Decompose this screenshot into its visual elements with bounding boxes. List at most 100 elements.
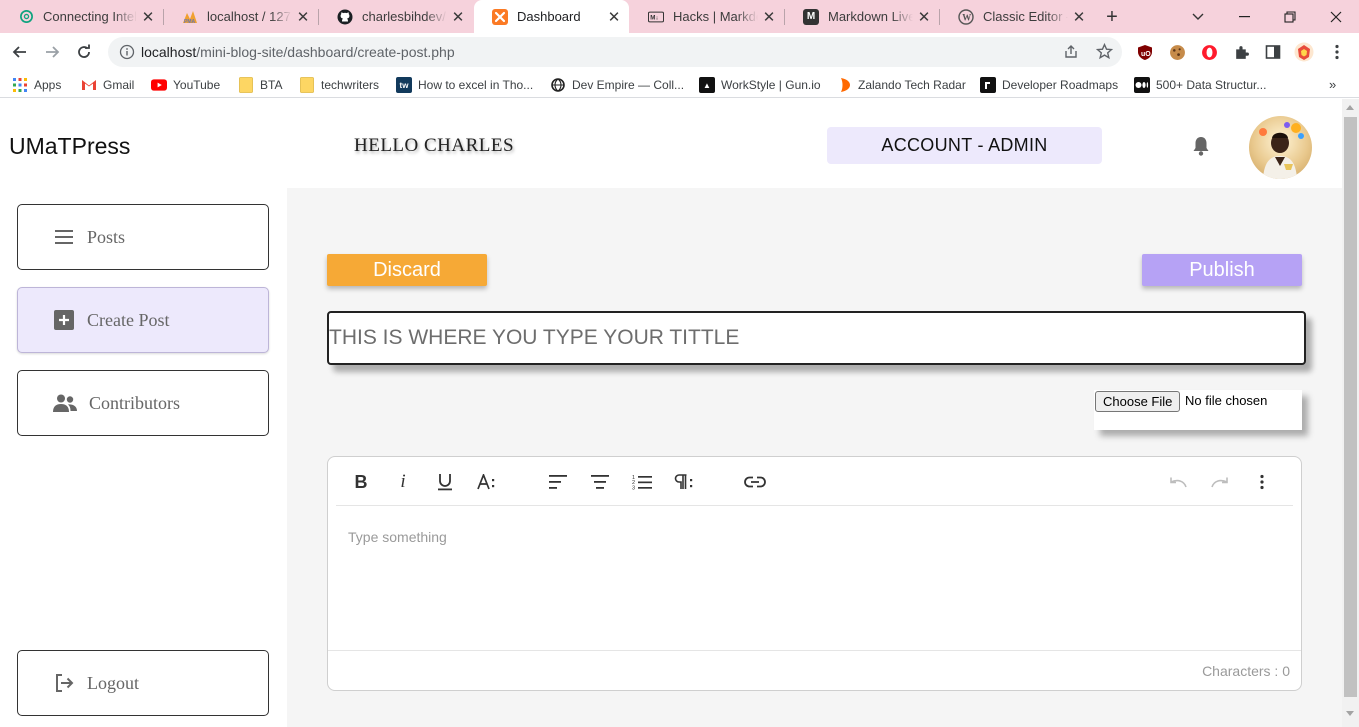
redo-icon[interactable] [1207,469,1233,495]
sidebar-item-contributors[interactable]: Contributors [17,370,269,436]
paragraph-format-icon[interactable] [671,469,697,495]
bookmarks-bar: Apps Gmail YouTube BTA techwriters tw Ho… [0,71,1359,98]
bookmark-gmail[interactable]: Gmail [81,75,134,95]
bookmark-star-icon[interactable] [1095,42,1114,65]
side-panel-icon[interactable] [1263,42,1283,62]
opera-extension-icon[interactable] [1199,42,1219,62]
bookmark-roadmaps[interactable]: Developer Roadmaps [980,75,1118,95]
avatar[interactable] [1249,116,1312,179]
browser-tab-7[interactable]: W Classic Editor – W ✕ [940,0,1094,33]
close-window-icon[interactable] [1313,0,1359,33]
link-icon[interactable] [742,469,768,495]
svg-text:PMA: PMA [184,19,196,24]
sidebar-item-posts[interactable]: Posts [17,204,269,270]
bookmark-dev-empire[interactable]: Dev Empire — Coll... [550,75,684,95]
browser-tab-4-active[interactable]: Dashboard ✕ [474,0,629,33]
address-bar[interactable]: localhost/mini-blog-site/dashboard/creat… [108,37,1122,67]
browser-tab-2[interactable]: PMA localhost / 127.0. ✕ [164,0,318,33]
page-viewport: UMaTPress HELLO CHARLES ACCOUNT - ADMIN … [0,99,1359,727]
openai-icon [18,9,34,25]
gmail-icon [81,77,97,93]
close-icon[interactable]: ✕ [603,8,625,26]
bookmark-apps[interactable]: Apps [12,75,61,95]
underline-icon[interactable] [432,469,458,495]
site-brand[interactable]: UMaTPress [9,133,130,160]
roadmap-icon [980,77,996,93]
restore-window-icon[interactable] [1267,0,1313,33]
align-center-icon[interactable] [587,469,613,495]
back-arrow-icon[interactable] [6,38,34,66]
bookmark-label: Apps [34,78,62,92]
share-icon[interactable] [1063,44,1079,65]
sidebar-item-create-post[interactable]: Create Post [17,287,269,353]
tab-title: Dashboard [517,9,581,24]
discard-button[interactable]: Discard [327,254,487,286]
scrollbar-thumb[interactable] [1344,117,1357,697]
browser-tab-strip: Connecting Intelli ✕ PMA localhost / 127… [0,0,1359,33]
bookmark-how-to-excel[interactable]: tw How to excel in Tho... [396,75,533,95]
chrome-menu-icon[interactable] [1327,42,1347,62]
logout-label: Logout [87,672,139,693]
scroll-up-arrow-icon[interactable] [1346,105,1354,110]
align-left-icon[interactable] [545,469,571,495]
globe-icon [550,77,566,93]
tab-title: localhost / 127.0. [207,9,292,24]
reload-icon[interactable] [70,38,98,66]
profile-avatar-icon[interactable] [1294,42,1314,62]
ublock-extension-icon[interactable]: uO [1135,42,1155,62]
file-status-text: No file chosen [1185,393,1268,408]
close-icon[interactable]: ✕ [758,8,780,26]
close-icon[interactable]: ✕ [913,8,935,26]
cookie-extension-icon[interactable] [1167,42,1187,62]
bookmark-label: techwriters [321,78,380,92]
bookmark-data-structures[interactable]: 500+ Data Structur... [1134,75,1266,95]
editor-body-placeholder[interactable]: Type something [348,529,447,545]
scroll-down-arrow-icon[interactable] [1346,711,1354,716]
italic-icon[interactable]: i [390,469,416,495]
bookmark-zalando[interactable]: Zalando Tech Radar [836,75,966,95]
wordpress-icon: W [958,8,974,25]
more-options-icon[interactable] [1249,469,1275,495]
minimize-window-icon[interactable] [1221,0,1267,33]
bookmark-techwriters[interactable]: techwriters [299,75,379,95]
bookmark-bta[interactable]: BTA [238,75,282,95]
bookmark-youtube[interactable]: YouTube [151,75,220,95]
undo-icon[interactable] [1165,469,1191,495]
editor-toolbar: B i 123 [336,457,1293,506]
logout-button[interactable]: Logout [17,650,269,716]
post-title-input[interactable] [327,311,1306,365]
bell-icon[interactable] [1190,135,1212,157]
bookmark-workstyle[interactable]: ▲ WorkStyle | Gun.io [699,75,821,95]
ordered-list-icon[interactable]: 123 [629,469,655,495]
close-icon[interactable]: ✕ [137,8,159,26]
choose-file-button[interactable]: Choose File [1095,391,1181,412]
info-icon[interactable] [119,44,135,60]
font-size-icon[interactable] [474,469,500,495]
site-favicon-icon: tw [396,77,412,93]
zalando-icon [836,77,852,93]
folder-icon [299,77,315,93]
svg-text:3: 3 [632,486,635,491]
bold-icon[interactable]: B [348,469,374,495]
browser-tab-5[interactable]: M↓ Hacks | Markdown ✕ [630,0,784,33]
extensions-puzzle-icon[interactable] [1231,42,1251,62]
close-icon[interactable]: ✕ [447,8,469,26]
page-scrollbar[interactable] [1342,99,1359,727]
new-tab-button[interactable]: + [1100,5,1124,29]
close-icon[interactable]: ✕ [292,8,314,26]
close-icon[interactable]: ✕ [1068,8,1090,26]
menu-lines-icon [53,226,75,248]
svg-text:uO: uO [1141,51,1151,58]
forward-arrow-icon[interactable] [38,38,66,66]
account-badge[interactable]: ACCOUNT - ADMIN [827,127,1102,164]
tab-search-icon[interactable] [1175,0,1221,33]
browser-tab-1[interactable]: Connecting Intelli ✕ [0,0,163,33]
logout-icon [53,672,75,694]
svg-text:W: W [962,12,971,22]
sidebar-item-label: Posts [87,226,126,247]
publish-button[interactable]: Publish [1142,254,1302,286]
browser-tab-6[interactable]: M Markdown Live P ✕ [785,0,939,33]
plus-square-icon [53,309,75,331]
more-bookmarks-chevron-icon[interactable]: » [1329,77,1336,92]
browser-tab-3[interactable]: charlesbihdev/mi ✕ [319,0,473,33]
